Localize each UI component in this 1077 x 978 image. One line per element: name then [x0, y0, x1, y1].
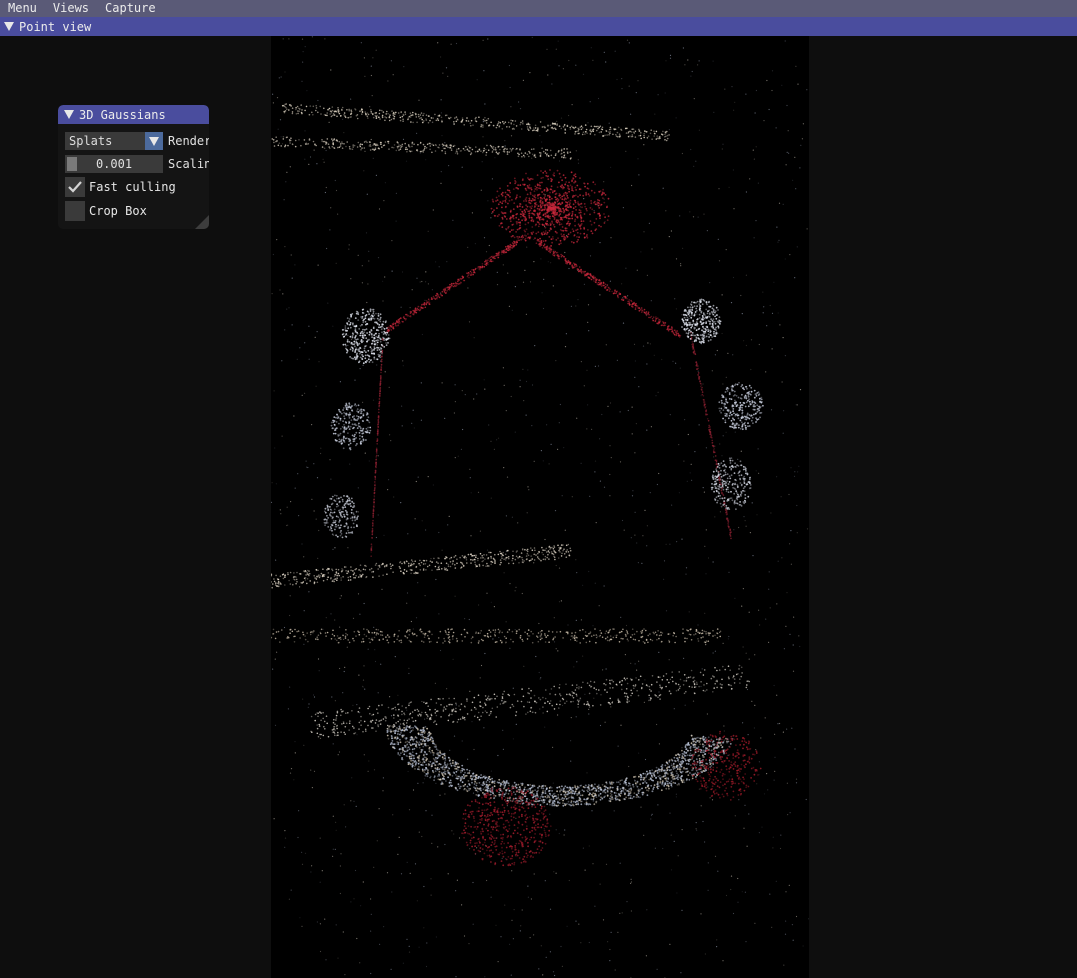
gaussian-splat-render[interactable] — [271, 36, 809, 978]
scaling-slider[interactable]: 0.001 — [65, 155, 163, 173]
point-view-title: Point view — [19, 19, 92, 34]
gaussians-panel-titlebar[interactable]: 3D Gaussians — [58, 105, 209, 124]
fast-culling-label: Fast culling — [89, 180, 176, 194]
crop-box-checkbox[interactable] — [65, 201, 85, 221]
collapse-arrow-icon[interactable] — [4, 22, 14, 31]
combo-dropdown-button[interactable] — [145, 132, 163, 150]
gaussians-panel: 3D Gaussians Splats Render 0.001 Scaling — [58, 105, 209, 229]
point-cloud-image — [271, 36, 809, 978]
render-mode-combo[interactable]: Splats — [65, 132, 163, 150]
slider-grab-handle[interactable] — [67, 157, 77, 171]
point-view-viewport[interactable]: 3D Gaussians Splats Render 0.001 Scaling — [0, 36, 1077, 978]
crop-box-label: Crop Box — [89, 204, 147, 218]
chevron-down-icon — [149, 136, 159, 146]
menu-item-menu[interactable]: Menu — [0, 0, 45, 17]
point-view-header[interactable]: Point view — [0, 17, 1077, 36]
render-mode-value: Splats — [69, 134, 113, 148]
menu-item-views[interactable]: Views — [45, 0, 97, 17]
render-mode-label: Render — [168, 134, 209, 148]
scaling-value: 0.001 — [95, 157, 133, 171]
menu-item-capture[interactable]: Capture — [97, 0, 164, 17]
resize-grip-icon[interactable] — [195, 215, 209, 229]
scaling-row: 0.001 Scaling — [65, 155, 209, 173]
gaussians-panel-title: 3D Gaussians — [79, 107, 166, 122]
menu-bar: Menu Views Capture — [0, 0, 1077, 17]
collapse-arrow-icon[interactable] — [64, 110, 74, 119]
fast-culling-row: Fast culling — [65, 177, 176, 197]
crop-box-row: Crop Box — [65, 201, 147, 221]
fast-culling-checkbox[interactable] — [65, 177, 85, 197]
checkmark-icon — [68, 181, 82, 193]
scaling-label: Scaling — [168, 157, 209, 171]
render-mode-row: Splats Render — [65, 132, 209, 150]
